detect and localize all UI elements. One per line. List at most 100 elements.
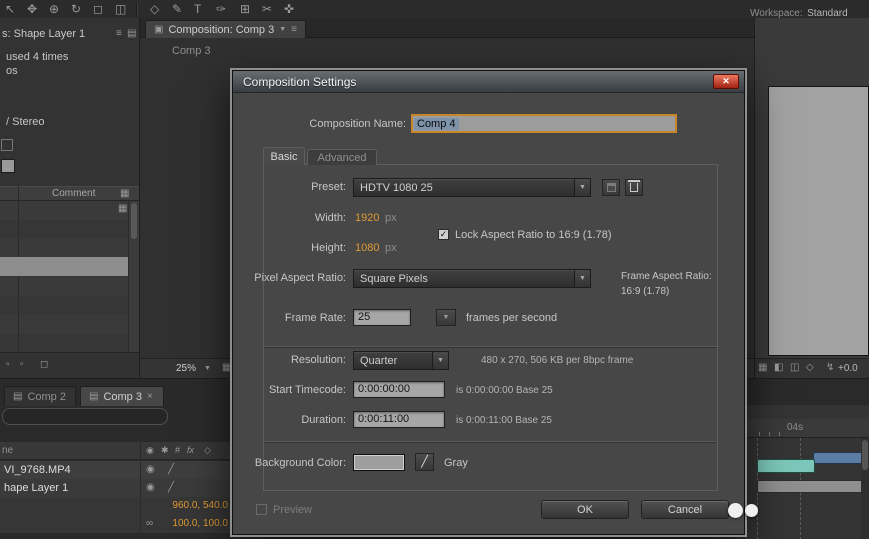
tab-close-icon[interactable]: × xyxy=(147,392,153,402)
zoom-tool-icon[interactable]: ⊕ xyxy=(49,3,59,15)
layer-bar-gray[interactable] xyxy=(757,480,869,493)
layer-name-column-partial[interactable]: ne xyxy=(2,445,13,456)
position-value[interactable]: 960.0, 540.0 xyxy=(160,500,228,511)
orbit-tool-icon[interactable]: ↻ xyxy=(71,3,81,15)
project-item-list[interactable] xyxy=(0,201,128,352)
ruler-tick xyxy=(779,432,780,436)
tab-comp-3[interactable]: ▤ Comp 3 × xyxy=(80,386,164,406)
resolution-info: 480 x 270, 506 KB per 8bpc frame xyxy=(481,355,633,366)
breadcrumb[interactable]: Comp 3 xyxy=(172,45,211,57)
selected-list-row[interactable] xyxy=(0,257,128,276)
axis-icon[interactable]: ◫ xyxy=(790,363,799,373)
menu-icon[interactable]: ≡ xyxy=(116,29,122,39)
hash-column-icon: # xyxy=(175,446,180,455)
blend-icon[interactable]: ╱ xyxy=(168,483,174,493)
footer-icon[interactable]: ▫ xyxy=(20,360,24,370)
preview-checkbox[interactable] xyxy=(256,504,267,515)
lock-aspect-checkbox[interactable]: ✓ xyxy=(438,229,449,240)
scale-value[interactable]: 100.0, 100.0 xyxy=(160,518,228,529)
background-color-name: Gray xyxy=(444,457,468,469)
ok-button[interactable]: OK xyxy=(541,500,629,519)
half-square-icon[interactable]: ◧ xyxy=(774,363,783,373)
type-tool-icon[interactable]: T xyxy=(194,3,201,15)
eye-icon[interactable]: ◉ xyxy=(146,465,155,475)
duration-label: Duration: xyxy=(248,414,346,426)
resolution-dropdown[interactable]: Quarter ▼ xyxy=(353,351,449,370)
grid-icon[interactable]: ▦ xyxy=(120,189,129,199)
cancel-button-label: Cancel xyxy=(668,504,702,516)
tab-advanced-label: Advanced xyxy=(318,152,367,164)
tab-advanced[interactable]: Advanced xyxy=(307,149,377,165)
timeline-search-field[interactable] xyxy=(2,408,168,425)
toolbar: ↖ ✥ ⊕ ↻ ◻ ◫ ◇ ✎ T ✑ ⊞ ✂ ✜ Workspace: Sta… xyxy=(0,0,869,19)
tab-comp-2[interactable]: ▤ Comp 2 xyxy=(4,386,76,406)
preset-dropdown[interactable]: HDTV 1080 25 ▼ xyxy=(353,178,591,197)
selection-tool-icon[interactable]: ↖ xyxy=(5,3,15,15)
scrollbar-thumb[interactable] xyxy=(131,203,137,239)
clone-tool-icon[interactable]: ⊞ xyxy=(240,3,250,15)
zoom-dropdown-icon[interactable]: ▼ xyxy=(204,365,211,372)
composition-tab[interactable]: ▣ Composition: Comp 3 ▼ ≡ xyxy=(145,20,306,38)
lock-aspect-label[interactable]: Lock Aspect Ratio to 16:9 (1.78) xyxy=(455,229,612,241)
layer-row[interactable]: hape Layer 1 ◉ ╱ xyxy=(0,479,240,497)
footer-icon[interactable]: ▫ xyxy=(6,360,10,370)
frame-rate-dropdown-button[interactable]: ▼ xyxy=(436,309,456,326)
layer-name[interactable]: VI_9768.MP4 xyxy=(4,464,71,476)
width-value[interactable]: 1920 xyxy=(355,212,379,224)
exposure-value[interactable]: +0.0 xyxy=(838,363,858,374)
camera-tool-icon[interactable]: ◻ xyxy=(93,3,103,15)
eyedropper-button[interactable]: ╱ xyxy=(415,453,434,471)
comment-column-header[interactable]: Comment xyxy=(52,188,95,199)
scrollbar-thumb[interactable] xyxy=(862,440,868,470)
hand-tool-icon[interactable]: ✥ xyxy=(27,3,37,15)
grid-options-icon[interactable]: ▦ xyxy=(222,363,231,373)
eyedropper-icon: ╱ xyxy=(421,457,428,468)
layer-bar-teal[interactable] xyxy=(757,459,815,473)
project-scrollbar[interactable] xyxy=(128,201,139,352)
brush-tool-icon[interactable]: ✑ xyxy=(216,3,226,15)
puppet-tool-icon[interactable]: ✜ xyxy=(284,3,294,15)
footer-icon[interactable]: ◻ xyxy=(40,360,48,370)
start-timecode-input[interactable]: 0:00:00:00 xyxy=(353,381,445,398)
tab-dropdown-icon[interactable]: ▼ xyxy=(279,26,286,33)
timeline-column-divider[interactable] xyxy=(140,442,141,539)
pan-behind-tool-icon[interactable]: ◫ xyxy=(115,3,126,15)
frame-rate-value: 25 xyxy=(358,311,370,323)
diamond-icon[interactable]: ◇ xyxy=(806,363,814,373)
link-icon[interactable]: ∞ xyxy=(146,519,153,529)
duration-input[interactable]: 0:00:11:00 xyxy=(353,411,445,428)
save-preset-button[interactable] xyxy=(602,179,620,196)
frame-rate-input[interactable]: 25 xyxy=(353,309,411,326)
tab-basic[interactable]: Basic xyxy=(263,147,305,165)
close-button[interactable]: ✕ xyxy=(713,74,739,89)
property-row: 960.0, 540.0 xyxy=(0,497,240,515)
cancel-button[interactable]: Cancel xyxy=(641,500,729,519)
column-header-row: Comment ▦ xyxy=(0,186,139,201)
track-scrollbar[interactable] xyxy=(861,438,869,539)
preset-label: Preset: xyxy=(248,181,346,193)
panel-menu-icon[interactable]: ▤ xyxy=(127,29,136,39)
delete-preset-button[interactable] xyxy=(625,179,643,196)
grid-icon[interactable]: ▦ xyxy=(758,363,767,373)
background-color-swatch[interactable] xyxy=(353,454,405,471)
layer-row[interactable]: VI_9768.MP4 ◉ ╱ xyxy=(0,461,240,479)
selected-item-label[interactable]: s: Shape Layer 1 xyxy=(2,28,85,40)
shape-tool-icon[interactable]: ◇ xyxy=(150,3,159,15)
layer-name[interactable]: hape Layer 1 xyxy=(4,482,68,494)
composition-name-input[interactable]: Comp 4 xyxy=(411,114,677,133)
dialog-titlebar[interactable]: Composition Settings ✕ xyxy=(233,71,744,93)
eye-icon[interactable]: ◉ xyxy=(146,483,155,493)
pixel-aspect-dropdown[interactable]: Square Pixels ▼ xyxy=(353,269,591,288)
composition-settings-dialog: Composition Settings ✕ Composition Name:… xyxy=(232,70,745,535)
time-ruler[interactable]: 04s xyxy=(745,419,869,438)
height-value[interactable]: 1080 xyxy=(355,242,379,254)
right-panel: ▦ ◧ ◫ ◇ ↯ +0.0 xyxy=(755,18,869,378)
zoom-level[interactable]: 25% xyxy=(176,363,196,374)
pen-tool-icon[interactable]: ✎ xyxy=(172,3,182,15)
eye-column-icon: ◉ xyxy=(146,446,154,455)
tab-menu-icon[interactable]: ≡ xyxy=(291,25,297,35)
cut-tool-icon[interactable]: ✂ xyxy=(262,3,272,15)
exposure-icon[interactable]: ↯ xyxy=(826,363,834,373)
blend-icon[interactable]: ╱ xyxy=(168,465,174,475)
resolution-value: Quarter xyxy=(354,355,432,367)
